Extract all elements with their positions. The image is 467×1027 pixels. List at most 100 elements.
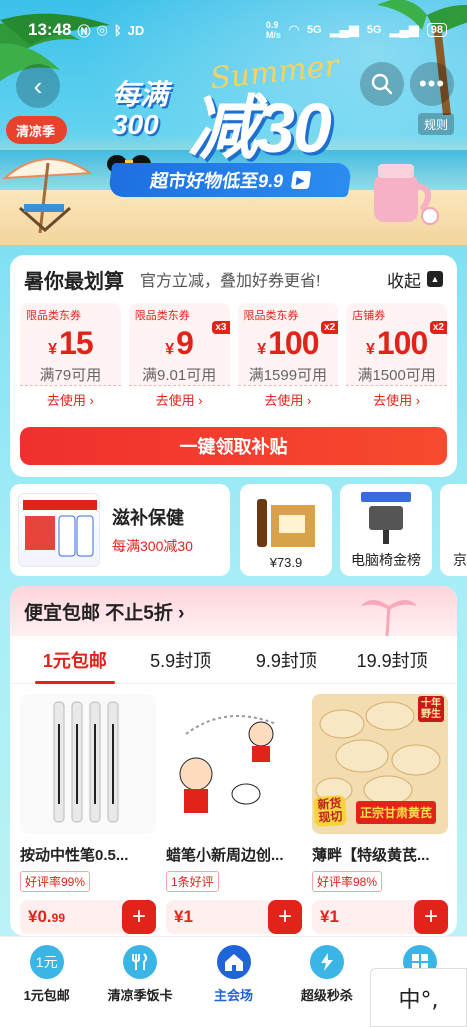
hero-title-discount: 减30 (188, 89, 332, 167)
cheap-shipping-title: 便宜包邮 不止5折 › (24, 602, 185, 624)
coupon-amount: ¥9 (165, 325, 194, 361)
nav-label: 主会场 (214, 988, 254, 1003)
shipping-tabs: 1元包邮 5.9封顶 9.9封顶 19.9封顶 (10, 636, 457, 684)
coupon-condition: 满1500可用 (357, 367, 436, 384)
nav-item-meal-card[interactable]: 清凉季饭卡 (93, 945, 186, 1004)
input-method-indicator[interactable]: 中°, (370, 968, 467, 1027)
category-health-card[interactable]: 滋补保健 每满300减30 (10, 484, 230, 576)
collapse-button[interactable]: 收起 ▲ (387, 267, 443, 292)
add-to-cart-button[interactable]: + (268, 900, 302, 934)
pink-cup-product-icon (374, 164, 439, 225)
signal-bars-icon: ▂▄▆ (329, 22, 359, 37)
search-button[interactable] (360, 62, 404, 106)
season-tag[interactable]: 清凉季 (6, 116, 68, 144)
bluetooth-icon: ᛒ (113, 22, 122, 38)
tab-9-9[interactable]: 9.9封顶 (234, 636, 340, 684)
product-name: 薄畔【特级黄芪... (312, 847, 430, 864)
category-chair-card[interactable]: 电脑椅金榜 (340, 484, 432, 576)
notification-o-icon: ◎ (96, 22, 108, 37)
net-speed: 0.9 M/s (265, 20, 281, 40)
coupon-multiplier: x2 (321, 321, 339, 334)
beach-umbrella-icon (2, 158, 94, 234)
add-to-cart-button[interactable]: + (122, 900, 156, 934)
coupon-use-button[interactable]: 去使用 › (20, 385, 121, 413)
coupon-use-button[interactable]: 去使用 › (346, 385, 447, 413)
coupon-card[interactable]: 限品类东券 x2 ¥100 满1599可用 去使用 › (237, 303, 339, 413)
category-health-title: 滋补保健 (112, 508, 184, 528)
product-card[interactable]: 蜡笔小新周边创... 1条好评 ¥1 + (166, 694, 302, 934)
chevron-up-icon: ▲ (427, 271, 443, 287)
product-rating-tag: 好评率99% (20, 871, 91, 892)
fork-spoon-icon (123, 945, 158, 979)
nav-label: 超级秒杀 (300, 988, 353, 1003)
chevron-left-icon: ‹ (33, 70, 43, 101)
coupon-type: 店铺券 (352, 310, 386, 322)
tab-5-9[interactable]: 5.9封顶 (128, 636, 234, 684)
badge-years: 十年 野生 (418, 696, 444, 722)
category-beer-card[interactable]: ¥73.9 (240, 484, 332, 576)
keychain-product-image (166, 694, 302, 834)
savings-subtitle: 官方立减，叠加好券更省! (140, 273, 321, 290)
jd-app-icon: JD (127, 22, 145, 38)
coupon-type: 限品类东券 (134, 310, 190, 322)
category-chair-label: 电脑椅金榜 (351, 552, 421, 568)
signal-5g-1: 5G (306, 24, 322, 36)
nav-item-main-venue[interactable]: 主会场 (187, 945, 280, 1004)
coupon-card[interactable]: 限品类东券 ¥15 满79可用 去使用 › (20, 303, 121, 413)
coupon-card[interactable]: 店铺券 x2 ¥100 满1500可用 去使用 › (346, 303, 447, 413)
product-price-bar: ¥0.99 + (20, 900, 156, 934)
nav-item-flash-sale[interactable]: 超级秒杀 (280, 945, 373, 1004)
product-card[interactable]: 十年 野生 新货 现切 正宗甘肃黄芪 薄畔【特级黄芪... 好评率98% ¥1 … (312, 694, 448, 934)
home-icon (216, 945, 251, 979)
cheap-shipping-header[interactable]: 便宜包邮 不止5折 › (10, 586, 457, 636)
astragalus-product-image: 十年 野生 新货 现切 正宗甘肃黄芪 (312, 694, 448, 834)
claim-all-button[interactable]: 一键领取补贴 (20, 427, 447, 465)
beer-product-image (257, 499, 315, 547)
one-yuan-icon: 1元 (29, 945, 64, 979)
category-strip: 滋补保健 每满300减30 ¥73.9 电脑椅金榜 京 (10, 484, 467, 576)
coupon-use-button[interactable]: 去使用 › (128, 385, 230, 413)
hero-subtitle-button[interactable]: 超市好物低至9.9 ▶ (107, 163, 353, 197)
collapse-label: 收起 (387, 271, 421, 291)
signal-5g-2: 5G (366, 24, 382, 36)
more-options-button[interactable]: ••• (410, 62, 454, 106)
cheap-shipping-section: 便宜包邮 不止5折 › 1元包邮 5.9封顶 9.9封顶 19.9封顶 按动中性… (10, 586, 457, 936)
notification-n-icon: Ⓝ (77, 23, 91, 39)
hero-title-prefix: 每满 300 (112, 79, 169, 140)
hero-subtitle-text: 超市好物低至9.9 (148, 171, 285, 191)
coupon-condition: 满79可用 (39, 367, 102, 384)
status-time: 13:48 (28, 20, 72, 39)
search-icon (371, 73, 393, 95)
coupon-list: 限品类东券 ¥15 满79可用 去使用 › 限品类东券 x3 ¥9 满9.01可… (10, 303, 457, 413)
category-health-subtitle: 每满300减30 (112, 538, 193, 554)
tab-19-9[interactable]: 19.9封顶 (339, 636, 445, 684)
ellipsis-icon: ••• (418, 71, 446, 96)
category-partial-label: 京 (453, 552, 467, 568)
coupon-card[interactable]: 限品类东券 x3 ¥9 满9.01可用 去使用 › (128, 303, 230, 413)
pen-product-image (20, 694, 156, 834)
savings-panel: 暑你最划算 官方立减，叠加好券更省! 收起 ▲ 限品类东券 ¥15 满79可用 … (10, 255, 457, 477)
back-button[interactable]: ‹ (16, 64, 60, 108)
tab-1yuan[interactable]: 1元包邮 (22, 636, 128, 684)
category-partial-card[interactable]: 京 (440, 484, 467, 576)
coupon-amount: ¥100 (365, 325, 428, 361)
coupon-condition: 满1599可用 (248, 367, 328, 384)
health-product-image (18, 493, 100, 567)
product-list: 按动中性笔0.5... 好评率99% ¥0.99 + 蜡笔小新周边创... 1条… (10, 684, 457, 936)
savings-title: 暑你最划算 (24, 270, 124, 293)
rules-button[interactable]: 规则 (418, 113, 455, 135)
product-price: ¥1 (174, 907, 193, 926)
nav-label: 1元包邮 (23, 988, 70, 1003)
season-tag-label: 清凉季 (16, 123, 56, 139)
wifi-icon: ◠ (288, 22, 299, 37)
nav-item-1yuan[interactable]: 1元 1元包邮 (0, 945, 93, 1004)
chair-product-image (361, 492, 411, 544)
product-card[interactable]: 按动中性笔0.5... 好评率99% ¥0.99 + (20, 694, 156, 934)
badge-new-cut: 新货 现切 (312, 794, 348, 828)
coupon-type: 限品类东券 (243, 310, 299, 322)
add-to-cart-button[interactable]: + (414, 900, 448, 934)
coupon-condition: 满9.01可用 (142, 367, 217, 384)
coupon-type: 限品类东券 (26, 310, 81, 322)
lightning-icon (309, 945, 344, 979)
coupon-use-button[interactable]: 去使用 › (237, 385, 339, 413)
